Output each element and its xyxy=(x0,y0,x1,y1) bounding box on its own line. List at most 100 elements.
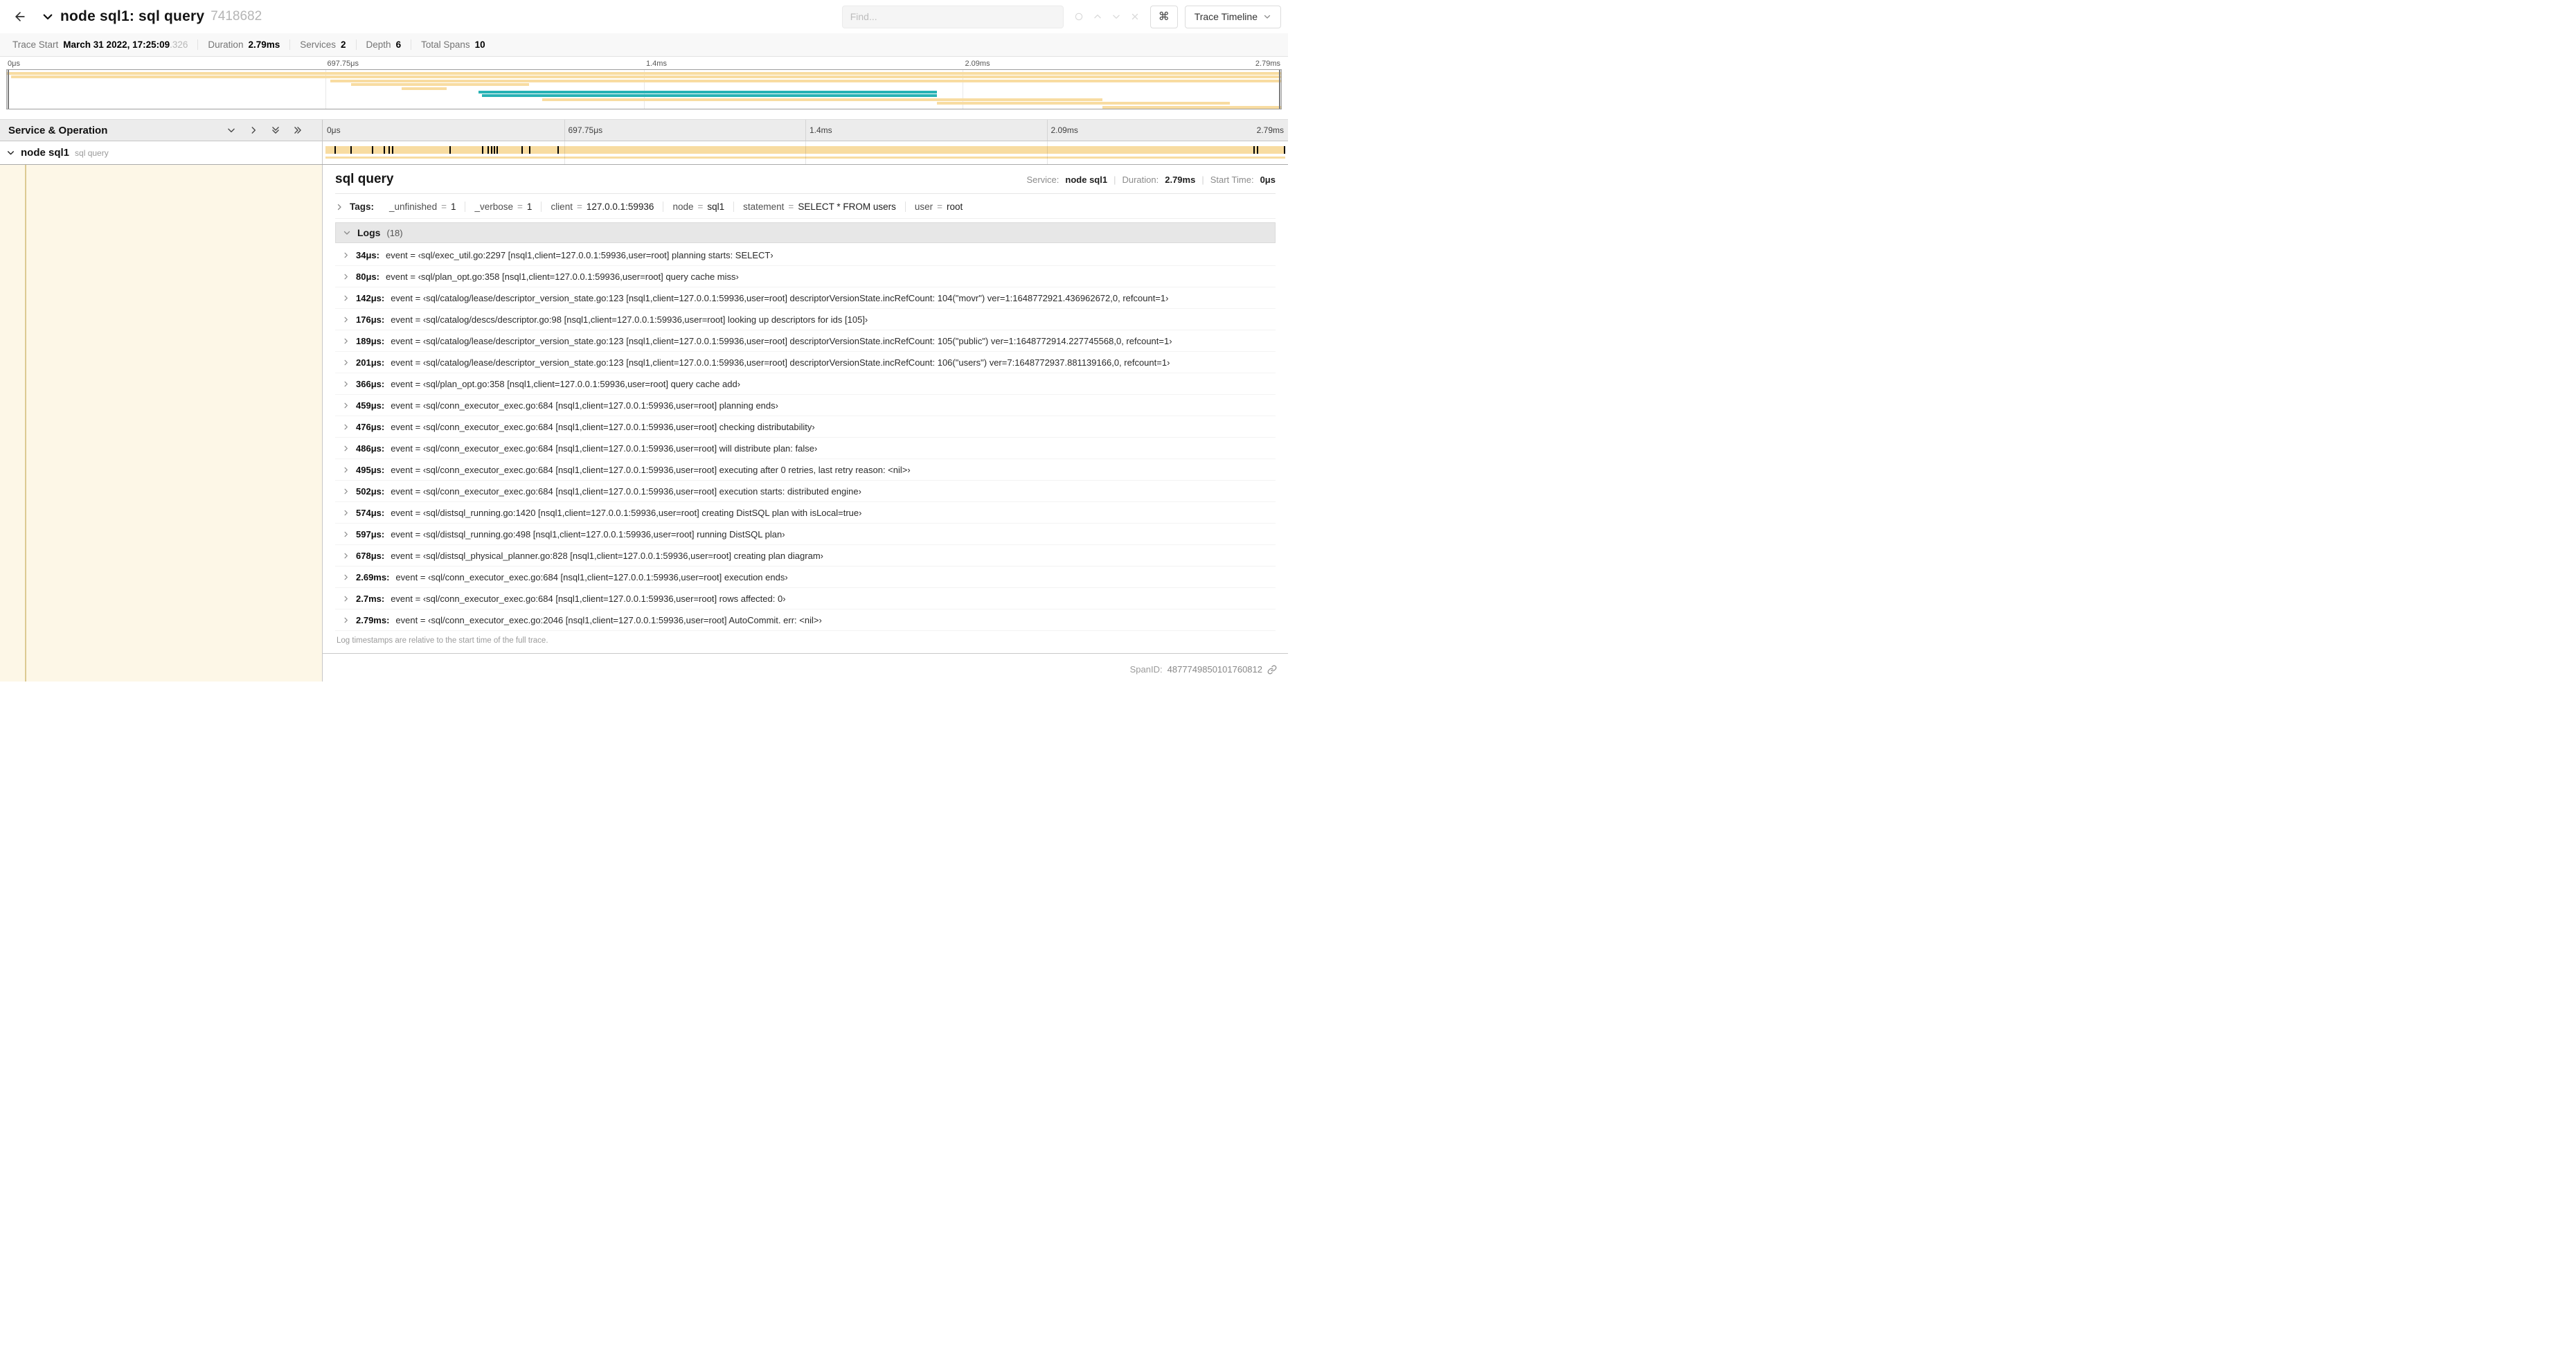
chevron-right-icon xyxy=(342,616,350,624)
log-event-text: event = ‹sql/catalog/descs/descriptor.go… xyxy=(391,314,868,325)
log-event-text: event = ‹sql/distsql_physical_planner.go… xyxy=(391,550,823,561)
minimap-span-bar xyxy=(402,87,447,90)
log-row[interactable]: 142μs: event = ‹sql/catalog/lease/descri… xyxy=(335,287,1276,309)
log-marker xyxy=(1284,146,1286,154)
log-row[interactable]: 34μs: event = ‹sql/exec_util.go:2297 [ns… xyxy=(335,244,1276,266)
summary-value: 2 xyxy=(341,39,346,50)
link-icon[interactable] xyxy=(1267,665,1277,675)
service-operation-header: Service & Operation xyxy=(8,124,108,136)
chevron-right-icon xyxy=(342,466,350,474)
collapse-all-icon[interactable] xyxy=(271,125,280,135)
log-marker xyxy=(488,146,490,154)
log-row[interactable]: 459μs: event = ‹sql/conn_executor_exec.g… xyxy=(335,395,1276,416)
log-event-text: event = ‹sql/catalog/lease/descriptor_ve… xyxy=(391,335,1172,346)
tag-item: _verbose = 1 xyxy=(465,202,542,212)
expand-one-icon[interactable] xyxy=(249,125,258,135)
log-timestamp: 495μs: xyxy=(356,464,385,475)
expand-all-icon[interactable] xyxy=(293,125,303,135)
log-row[interactable]: 574μs: event = ‹sql/distsql_running.go:1… xyxy=(335,502,1276,524)
chevron-right-icon xyxy=(342,337,350,345)
tag-equals: = xyxy=(441,202,447,212)
trace-minimap: 0μs 697.75μs 1.4ms 2.09ms 2.79ms xyxy=(0,57,1288,119)
grid-line xyxy=(1046,120,1048,141)
log-row[interactable]: 80μs: event = ‹sql/plan_opt.go:358 [nsql… xyxy=(335,266,1276,287)
find-input[interactable] xyxy=(841,5,1064,28)
summary-services: Services 2 xyxy=(290,39,357,50)
log-row[interactable]: 366μs: event = ‹sql/plan_opt.go:358 [nsq… xyxy=(335,373,1276,395)
grid-line xyxy=(1046,141,1048,164)
tag-equals: = xyxy=(697,202,704,212)
log-row[interactable]: 2.69ms: event = ‹sql/conn_executor_exec.… xyxy=(335,567,1276,588)
log-row[interactable]: 678μs: event = ‹sql/distsql_physical_pla… xyxy=(335,545,1276,567)
view-end-scrubber[interactable] xyxy=(1279,70,1280,109)
keyboard-shortcuts-button[interactable]: ⌘ xyxy=(1150,5,1178,28)
tag-item: statement = SELECT * FROM users xyxy=(734,202,906,212)
ruler-tick-label: 697.75μs xyxy=(568,125,603,135)
span-name-cell[interactable]: node sql1 sql query xyxy=(0,141,323,164)
log-timestamp: 80μs: xyxy=(356,271,379,282)
span-detail-panel: sql query Service: node sql1 | Duration:… xyxy=(323,165,1288,654)
summary-value: March 31 2022, 17:25:09 xyxy=(63,39,170,50)
log-timestamp: 476μs: xyxy=(356,421,385,432)
log-event-text: event = ‹sql/plan_opt.go:358 [nsql1,clie… xyxy=(391,378,741,389)
summary-duration: Duration 2.79ms xyxy=(198,39,291,50)
log-row[interactable]: 476μs: event = ‹sql/conn_executor_exec.g… xyxy=(335,416,1276,438)
meta-value: node sql1 xyxy=(1065,175,1108,185)
find-prev-icon[interactable] xyxy=(1093,12,1102,21)
log-marker xyxy=(529,146,531,154)
find-next-icon[interactable] xyxy=(1111,12,1121,21)
find-clear-icon[interactable] xyxy=(1130,12,1140,21)
minimap-canvas[interactable] xyxy=(6,69,1282,109)
logs-accordion-header[interactable]: Logs (18) xyxy=(335,222,1276,243)
log-row[interactable]: 597μs: event = ‹sql/distsql_running.go:4… xyxy=(335,524,1276,545)
meta-separator: | xyxy=(1201,175,1204,185)
view-start-scrubber[interactable] xyxy=(8,70,9,109)
axis-tick-label: 1.4ms xyxy=(646,60,667,68)
summary-value: 10 xyxy=(474,39,485,50)
log-row[interactable]: 486μs: event = ‹sql/conn_executor_exec.g… xyxy=(335,438,1276,459)
span-detail-title: sql query xyxy=(335,172,394,186)
log-timestamp: 2.69ms: xyxy=(356,571,390,582)
log-row[interactable]: 502μs: event = ‹sql/conn_executor_exec.g… xyxy=(335,481,1276,502)
log-row[interactable]: 176μs: event = ‹sql/catalog/descs/descri… xyxy=(335,309,1276,330)
view-select-button[interactable]: Trace Timeline xyxy=(1184,5,1281,28)
tags-accordion[interactable]: Tags: _unfinished = 1 _verbose = 1 clien… xyxy=(335,195,1276,219)
chevron-right-icon xyxy=(342,552,350,560)
minimap-span-bar xyxy=(542,98,1103,101)
chevron-right-icon xyxy=(342,488,350,495)
logs-list: 34μs: event = ‹sql/exec_util.go:2297 [ns… xyxy=(335,243,1276,631)
logs-count: (18) xyxy=(386,227,403,238)
chevron-down-icon xyxy=(1263,12,1271,21)
collapse-trace-chevron-icon[interactable] xyxy=(42,10,54,23)
axis-tick-label: 2.79ms xyxy=(1255,60,1280,68)
chevron-right-icon xyxy=(342,445,350,452)
back-button[interactable] xyxy=(7,3,33,30)
tag-value: SELECT * FROM users xyxy=(798,202,896,212)
log-row[interactable]: 2.7ms: event = ‹sql/conn_executor_exec.g… xyxy=(335,588,1276,609)
axis-tick-label: 2.09ms xyxy=(965,60,990,68)
chevron-right-icon xyxy=(342,380,350,388)
chevron-right-icon xyxy=(342,294,350,302)
log-row[interactable]: 2.79ms: event = ‹sql/conn_executor_exec.… xyxy=(335,609,1276,631)
span-service-name: node sql1 xyxy=(21,147,70,159)
tag-equals: = xyxy=(937,202,943,212)
summary-label: Duration xyxy=(208,39,244,50)
trace-id: 7418682 xyxy=(211,9,262,24)
span-collapse-chevron-icon[interactable] xyxy=(6,148,15,157)
tag-key: node xyxy=(672,202,694,212)
meta-label: Service: xyxy=(1026,175,1059,185)
log-row[interactable]: 189μs: event = ‹sql/catalog/lease/descri… xyxy=(335,330,1276,352)
grid-line xyxy=(564,120,565,141)
tag-item: client = 127.0.0.1:59936 xyxy=(542,202,664,212)
span-timeline-cell[interactable] xyxy=(323,141,1288,164)
log-marker xyxy=(482,146,483,154)
collapse-one-icon[interactable] xyxy=(226,125,236,135)
find-scope-icon[interactable] xyxy=(1074,12,1084,21)
log-timestamp: 201μs: xyxy=(356,357,385,368)
tag-key: _unfinished xyxy=(389,202,438,212)
axis-tick-label: 697.75μs xyxy=(327,60,359,68)
span-row[interactable]: node sql1 sql query xyxy=(0,141,1288,165)
log-row[interactable]: 495μs: event = ‹sql/conn_executor_exec.g… xyxy=(335,459,1276,481)
ruler-tick-label: 1.4ms xyxy=(810,125,832,135)
log-row[interactable]: 201μs: event = ‹sql/catalog/lease/descri… xyxy=(335,352,1276,373)
